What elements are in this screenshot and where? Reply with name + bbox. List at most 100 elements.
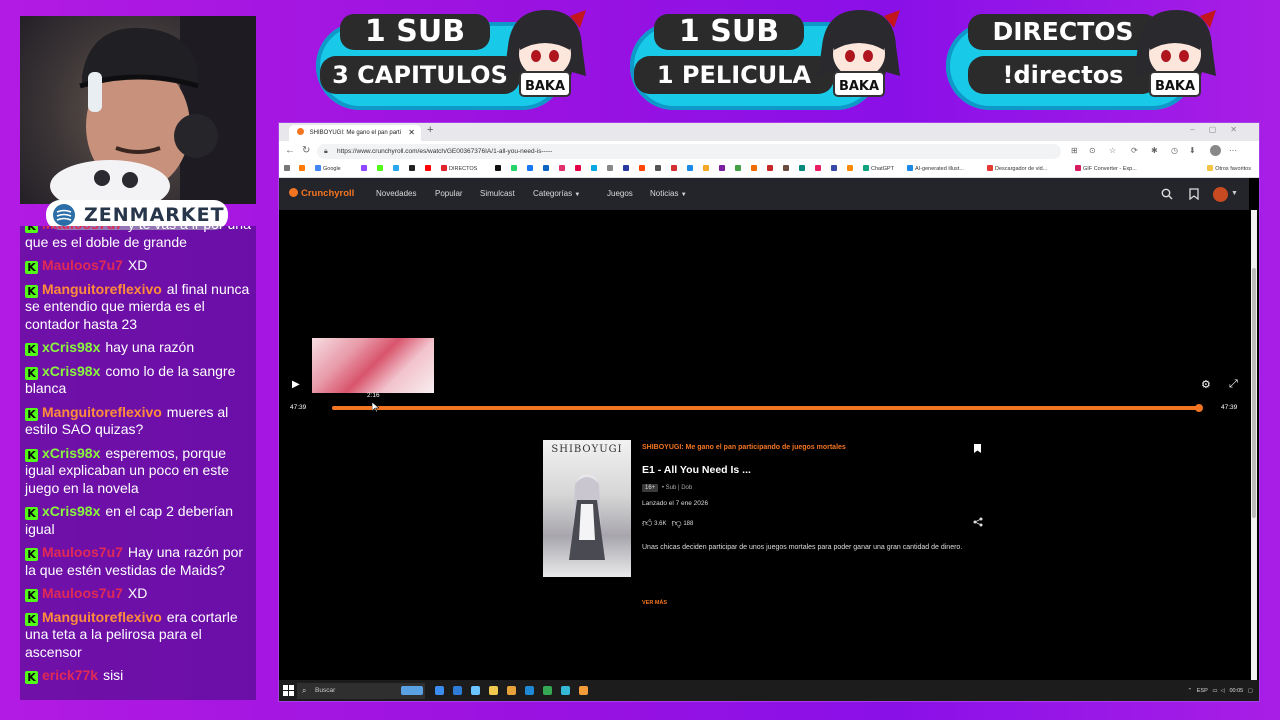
menu-icon[interactable]: ⋯ (1229, 146, 1237, 155)
bookmark-icon[interactable] (393, 164, 401, 175)
scrollbar[interactable] (1251, 210, 1257, 680)
chevron-down-icon[interactable]: ▼ (1231, 178, 1238, 210)
network-icon[interactable]: ▭ (1212, 688, 1217, 694)
translate-icon[interactable]: ⊞ (1071, 146, 1078, 155)
bookmark-icon[interactable] (719, 164, 727, 175)
zoom-icon[interactable]: ⊙ (1089, 146, 1096, 155)
bookmark-icon[interactable] (783, 164, 791, 175)
bookmark-chatgpt[interactable]: ChatGPT (863, 164, 894, 175)
bookmark-ai-illust[interactable]: AI-generated illust... (907, 164, 964, 175)
chrome-icon[interactable] (543, 686, 552, 695)
bookmark-descargador[interactable]: Descargador de vid... (987, 164, 1047, 175)
chat-message: K Manguitoreflexivo era cortarle una teta … (20, 609, 256, 662)
kick-badge-icon: K (25, 226, 38, 233)
bookmark-icon[interactable] (607, 164, 615, 175)
edge-icon[interactable] (453, 686, 462, 695)
history-icon[interactable]: ◷ (1171, 146, 1178, 155)
bookmark-apps-icon[interactable] (284, 164, 292, 175)
profile-avatar[interactable] (1210, 145, 1221, 156)
bookmarks-bar: Google DIRECTOS ChatGPT AI-generated ill… (279, 162, 1259, 178)
clock[interactable]: 00:05 (1229, 688, 1243, 694)
notifications-icon[interactable]: ▢ (1248, 688, 1253, 694)
url-field[interactable]: 🔒︎ https://www.crunchyroll.com/es/watch/… (317, 144, 1061, 159)
chat-username[interactable]: xCris98x (42, 339, 100, 355)
reload-icon[interactable]: ↻ (302, 145, 310, 156)
bookmark-icon[interactable] (815, 164, 823, 175)
bookmark-icon[interactable] (735, 164, 743, 175)
bookmark-google[interactable]: Google (315, 164, 341, 175)
bookmark-icon[interactable] (511, 164, 519, 175)
search-icon[interactable] (1161, 188, 1173, 200)
nav-noticias[interactable]: Noticias ▼ (650, 178, 687, 210)
chat-username[interactable]: Mauloos7u7 (42, 226, 123, 232)
extensions-icon[interactable]: ⟳ (1131, 146, 1138, 155)
bookmark-icon[interactable] (409, 164, 417, 175)
bookmark-icon[interactable] (527, 164, 535, 175)
bookmark-icon[interactable] (671, 164, 679, 175)
bookmark-icon[interactable] (377, 164, 385, 175)
app-icon[interactable] (471, 686, 480, 695)
app-icon[interactable] (579, 686, 588, 695)
chat-username[interactable]: erick77k (42, 667, 98, 683)
bookmark-gif-converter[interactable]: GIF Converter - Exp... (1075, 164, 1137, 175)
app-icon[interactable] (525, 686, 534, 695)
new-tab-button[interactable]: + (427, 124, 433, 136)
nav-juegos[interactable]: Juegos (607, 178, 633, 210)
bookmark-icon[interactable] (543, 164, 551, 175)
bookmark-icon[interactable] (687, 164, 695, 175)
chat-username[interactable]: xCris98x (42, 445, 100, 461)
bookmark-icon[interactable] (1189, 188, 1199, 200)
chat-username[interactable]: Mauloos7u7 (42, 544, 123, 560)
chat-username[interactable]: Mauloos7u7 (42, 585, 123, 601)
browser-tab[interactable]: SHIBOYUGI: Me gano el pan parti ✕ (289, 125, 421, 141)
bookmark-icon[interactable] (639, 164, 647, 175)
bookmark-icon[interactable] (361, 164, 369, 175)
chat-username[interactable]: xCris98x (42, 503, 100, 519)
url-text: https://www.crunchyroll.com/es/watch/GE0… (337, 148, 553, 155)
other-bookmarks[interactable]: Otros favoritos (1207, 164, 1251, 175)
volume-icon[interactable]: ◁ (1221, 688, 1225, 694)
bookmark-icon[interactable] (767, 164, 775, 175)
bookmark-icon[interactable] (655, 164, 663, 175)
user-avatar[interactable] (1213, 187, 1228, 202)
chat-username[interactable]: Manguitoreflexivo (42, 609, 162, 625)
chat-username[interactable]: Manguitoreflexivo (42, 281, 162, 297)
kick-badge-icon: K (25, 548, 38, 561)
tray-chevron-icon[interactable]: ⌃ (1188, 688, 1193, 694)
bookmark-icon[interactable] (831, 164, 839, 175)
nav-categorias[interactable]: Categorías ▼ (533, 178, 580, 210)
downloads-icon[interactable]: ⬇ (1189, 146, 1196, 155)
star-icon[interactable]: ☆ (1109, 146, 1116, 155)
language-indicator[interactable]: ESP (1197, 688, 1208, 694)
task-view-icon[interactable] (435, 686, 444, 695)
back-icon[interactable]: ← (285, 145, 295, 156)
bookmark-icon[interactable] (847, 164, 855, 175)
bookmark-icon[interactable] (703, 164, 711, 175)
file-explorer-icon[interactable] (489, 686, 498, 695)
close-tab-icon[interactable]: ✕ (408, 125, 415, 141)
bookmark-icon[interactable] (425, 164, 433, 175)
bookmark-directos[interactable]: DIRECTOS (441, 164, 477, 175)
bookmark-icon[interactable] (559, 164, 567, 175)
chat-message: K Manguitoreflexivo al final nunca se ente… (20, 281, 256, 334)
bookmark-icon[interactable] (299, 164, 307, 175)
crunchyroll-logo[interactable]: Crunchyroll (289, 178, 354, 210)
nav-simulcast[interactable]: Simulcast (480, 178, 515, 210)
bookmark-icon[interactable] (799, 164, 807, 175)
app-icon[interactable] (507, 686, 516, 695)
windows-start-icon[interactable] (283, 685, 294, 696)
bookmark-icon[interactable] (623, 164, 631, 175)
bookmark-icon[interactable] (751, 164, 759, 175)
nav-novedades[interactable]: Novedades (376, 178, 416, 210)
nav-popular[interactable]: Popular (435, 178, 463, 210)
bookmark-icon[interactable] (575, 164, 583, 175)
chat-username[interactable]: xCris98x (42, 363, 100, 379)
window-controls[interactable]: –▢✕ (1190, 125, 1251, 134)
app-icon[interactable] (561, 686, 570, 695)
bookmark-icon[interactable] (495, 164, 503, 175)
bookmark-icon[interactable] (591, 164, 599, 175)
puzzle-icon[interactable]: ✱ (1151, 146, 1158, 155)
chat-username[interactable]: Manguitoreflexivo (42, 404, 162, 420)
scrollbar-thumb[interactable] (1252, 268, 1256, 518)
chat-username[interactable]: Mauloos7u7 (42, 257, 123, 273)
